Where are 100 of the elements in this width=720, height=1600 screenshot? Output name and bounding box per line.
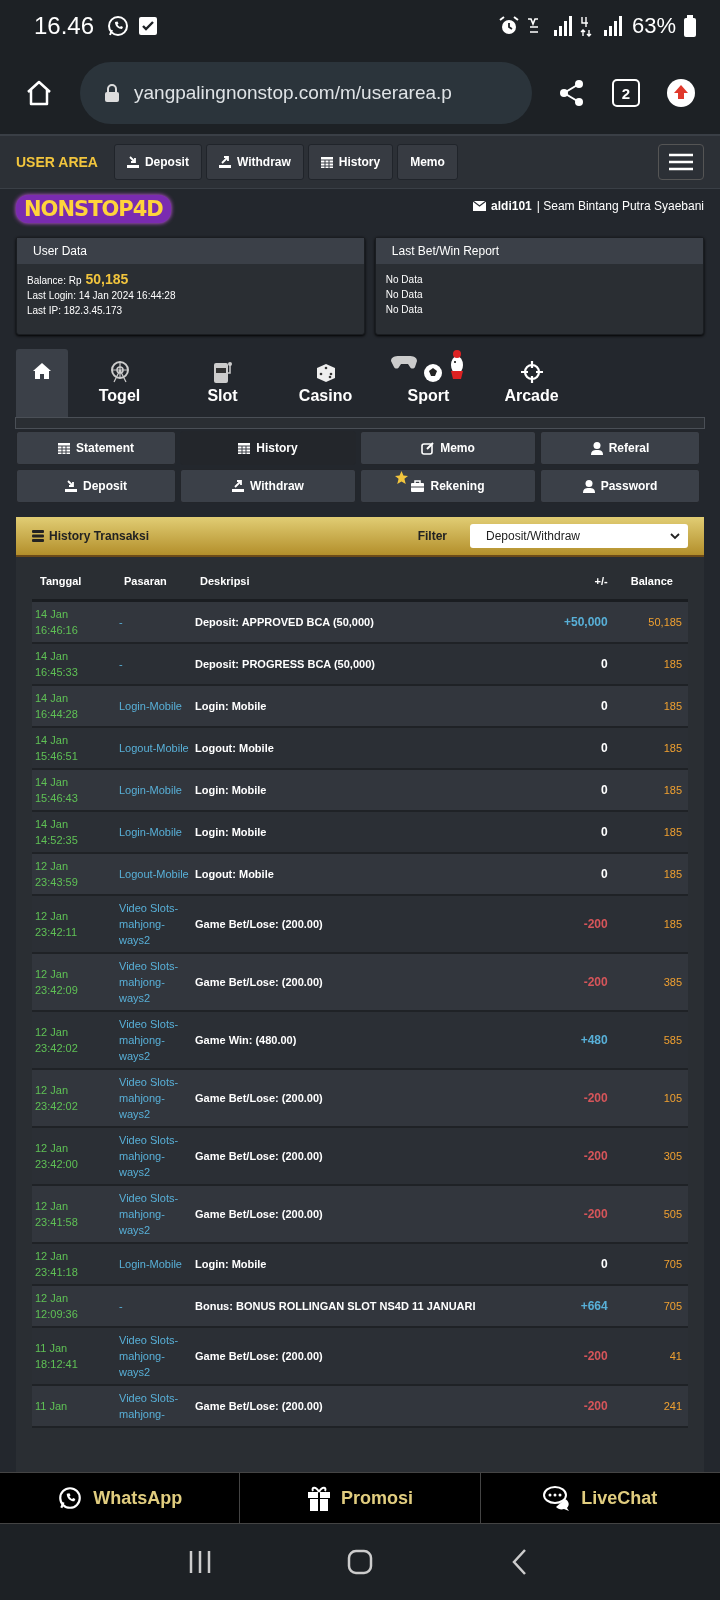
market-link[interactable]: Video Slots-mahjong-ways2 xyxy=(119,900,189,948)
balance-cell: 705 xyxy=(663,1300,682,1312)
date-cell: 14 Jan 16:44:28 xyxy=(35,692,78,720)
user-full-name: | Seam Bintang Putra Syaebani xyxy=(536,199,704,213)
description-cell: Game Bet/Lose: (200.00) xyxy=(195,1350,323,1362)
market-link[interactable]: Login-Mobile xyxy=(119,824,189,840)
lock-icon xyxy=(104,83,120,103)
last-ip-text: Last IP: 182.3.45.173 xyxy=(27,304,124,318)
game-tab[interactable] xyxy=(16,349,68,417)
menu-button[interactable] xyxy=(658,144,704,180)
description-cell: Login: Mobile xyxy=(195,1258,267,1270)
date-cell: 12 Jan 23:41:58 xyxy=(35,1200,78,1228)
date-cell: 11 Jan 18:12:41 xyxy=(35,1342,78,1370)
amount-cell: 0 xyxy=(601,825,608,839)
balance-cell: 585 xyxy=(663,1034,682,1046)
date-cell: 12 Jan 23:42:02 xyxy=(35,1026,78,1054)
balance-cell: 50,185 xyxy=(648,616,682,628)
description-cell: Bonus: BONUS ROLLINGAN SLOT NS4D 11 JANUARI xyxy=(195,1300,476,1312)
calendar-icon xyxy=(238,442,251,454)
amount-cell: -200 xyxy=(583,1207,608,1221)
amount-cell: 0 xyxy=(601,699,608,713)
user-area-title: USER AREA xyxy=(16,154,98,170)
crosshair-icon xyxy=(520,361,543,383)
balance-cell: 41 xyxy=(669,1350,682,1362)
balance-cell: 185 xyxy=(663,868,682,880)
ferris-wheel-icon xyxy=(109,361,130,383)
edit-icon xyxy=(421,441,435,455)
menu-tab[interactable]: Referal xyxy=(540,431,700,465)
amount-cell: -200 xyxy=(583,1349,608,1363)
tab-count-button[interactable]: 2 xyxy=(612,79,640,107)
market-link[interactable]: - xyxy=(119,614,189,630)
description-cell: Login: Mobile xyxy=(195,784,267,796)
panel-title: History Transaksi xyxy=(49,529,150,543)
game-tab[interactable]: Sport xyxy=(377,349,480,417)
home-button-icon[interactable] xyxy=(347,1549,373,1575)
game-tab[interactable]: Casino xyxy=(274,349,377,417)
balance-cell: 185 xyxy=(663,658,682,670)
balance-cell: 505 xyxy=(663,1208,682,1220)
deposit-icon xyxy=(65,480,77,492)
upload-icon[interactable] xyxy=(666,78,696,108)
description-cell: Game Win: (480.00) xyxy=(195,1034,297,1046)
market-link[interactable]: Video Slots-mahjong-ways2 xyxy=(119,1332,189,1380)
description-cell: Logout: Mobile xyxy=(195,742,274,754)
market-link[interactable]: Login-Mobile xyxy=(119,782,189,798)
signal-icon xyxy=(527,15,572,37)
list-icon xyxy=(32,530,44,542)
nav-button[interactable]: Memo xyxy=(397,144,458,180)
market-link[interactable]: Logout-Mobile xyxy=(119,740,189,756)
checkbox-icon xyxy=(138,16,159,36)
market-link[interactable]: Login-Mobile xyxy=(119,698,189,714)
market-link[interactable]: Video Slots-mahjong-ways2 xyxy=(119,1132,189,1180)
market-link[interactable]: - xyxy=(119,1298,189,1314)
amount-cell: 0 xyxy=(601,1257,608,1271)
market-link[interactable]: Video Slots-mahjong- xyxy=(119,1390,189,1422)
market-link[interactable]: Video Slots-mahjong-ways2 xyxy=(119,1190,189,1238)
market-link[interactable]: Video Slots-mahjong-ways2 xyxy=(119,1074,189,1122)
nav-button[interactable]: History xyxy=(307,144,394,180)
balance-label: Balance: Rp xyxy=(27,274,82,288)
no-data-text: No Data xyxy=(385,303,424,317)
market-link[interactable]: Video Slots-mahjong-ways2 xyxy=(119,1016,189,1064)
whatsapp-icon xyxy=(106,14,131,38)
amount-cell: 0 xyxy=(601,741,608,755)
card-header: Last Bet/Win Report xyxy=(375,238,703,264)
envelope-icon[interactable] xyxy=(473,201,487,211)
menu-tab[interactable]: Withdraw xyxy=(180,469,356,503)
game-tab[interactable]: Togel xyxy=(68,349,171,417)
menu-tab[interactable]: Deposit xyxy=(16,469,176,503)
description-cell: Game Bet/Lose: (200.00) xyxy=(195,1208,323,1220)
date-cell: 12 Jan 23:42:11 xyxy=(35,910,77,938)
menu-tab[interactable]: Statement xyxy=(16,431,176,465)
description-cell: Deposit: APPROVED BCA (50,000) xyxy=(195,616,374,628)
nav-button[interactable]: Deposit xyxy=(113,144,202,180)
url-bar[interactable]: yangpalingnonstop.com/m/userarea.p xyxy=(80,62,532,124)
date-cell: 12 Jan 12:09:36 xyxy=(35,1292,78,1320)
date-cell: 11 Jan xyxy=(35,1400,68,1412)
balance-cell: 705 xyxy=(663,1258,682,1270)
market-link[interactable]: Login-Mobile xyxy=(119,1256,189,1272)
menu-tab[interactable]: Password xyxy=(540,469,700,503)
description-cell: Game Bet/Lose: (200.00) xyxy=(195,1150,323,1162)
share-icon[interactable] xyxy=(558,79,586,107)
user-icon xyxy=(590,441,603,455)
site-logo[interactable]: NONSTOP4D xyxy=(16,195,171,223)
menu-tab[interactable]: Memo xyxy=(360,431,536,465)
slot-machine-icon xyxy=(212,361,233,383)
battery-icon xyxy=(684,15,696,37)
game-tab[interactable]: Arcade xyxy=(480,349,583,417)
market-link[interactable]: Video Slots-mahjong-ways2 xyxy=(119,958,189,1006)
gift-icon xyxy=(306,1485,331,1511)
balance-value: 50,185 xyxy=(85,272,129,287)
menu-tab[interactable]: Rekening xyxy=(360,469,536,503)
recent-apps-icon[interactable] xyxy=(187,1549,213,1575)
nav-button[interactable]: Withdraw xyxy=(205,144,304,180)
market-link[interactable]: - xyxy=(119,656,189,672)
menu-icon xyxy=(669,153,693,171)
date-cell: 14 Jan 15:46:43 xyxy=(35,776,78,804)
filter-dropdown[interactable]: Deposit/Withdraw xyxy=(470,524,688,548)
market-link[interactable]: Logout-Mobile xyxy=(119,866,189,882)
filter-label: Filter xyxy=(417,529,447,543)
game-tab[interactable]: Slot xyxy=(171,349,274,417)
date-cell: 12 Jan 23:42:02 xyxy=(35,1084,78,1112)
